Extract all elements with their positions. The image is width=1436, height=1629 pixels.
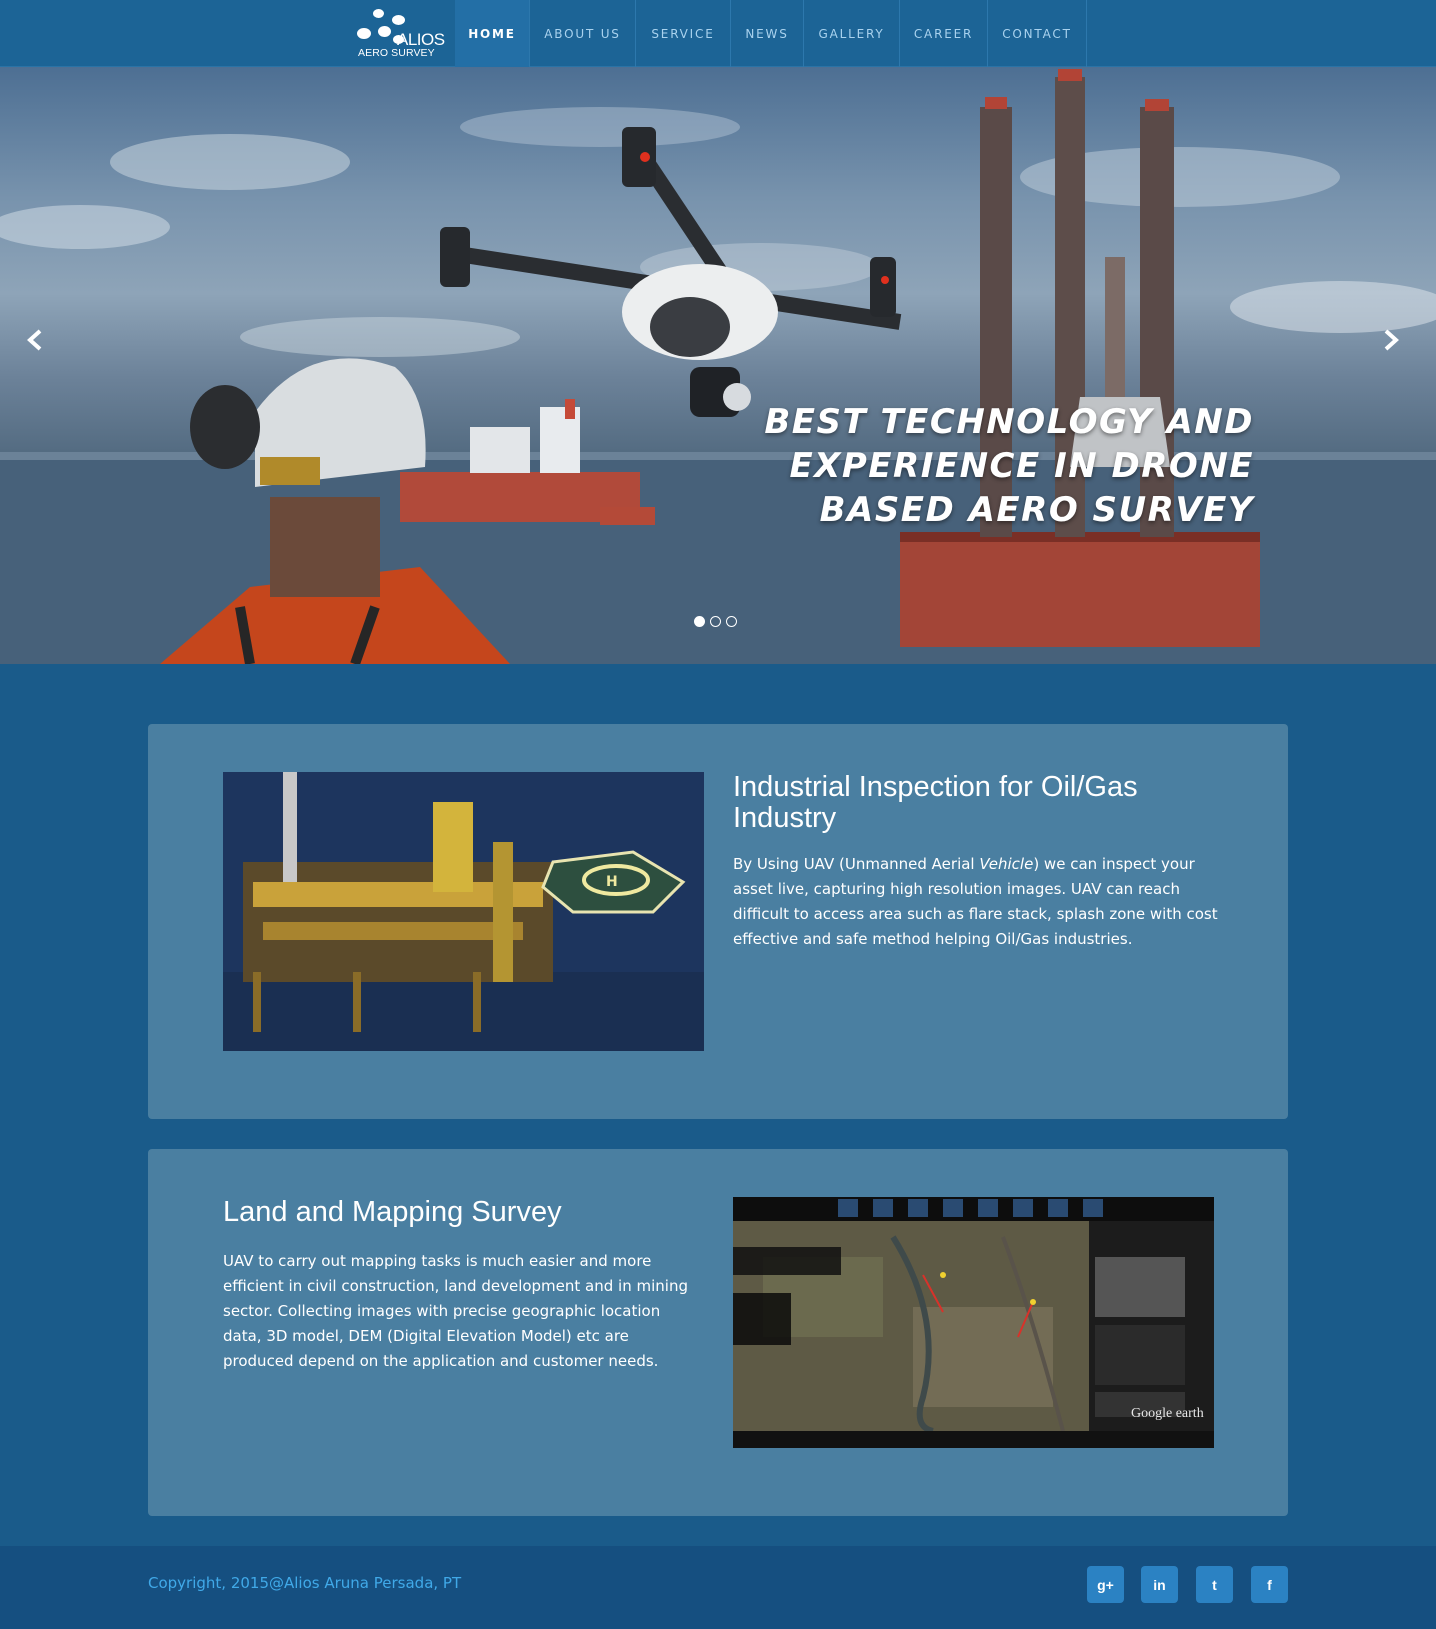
- hero-headline-line: BASED AERO SURVEY: [819, 490, 1254, 530]
- section-title: Land and Mapping Survey: [223, 1196, 562, 1228]
- logo-dot: [392, 15, 405, 25]
- section-body-emphasis: Vehicle: [979, 855, 1034, 873]
- nav-contact[interactable]: CONTACT: [988, 0, 1087, 67]
- google-earth-watermark: Google earth: [1131, 1406, 1204, 1421]
- nav-service[interactable]: SERVICE: [636, 0, 731, 67]
- nav-home[interactable]: HOME: [455, 0, 530, 67]
- twitter-icon: t: [1212, 1576, 1217, 1593]
- section-body-text: By Using UAV (Unmanned Aerial: [733, 855, 980, 873]
- logo-dot: [378, 26, 391, 37]
- service-card-mapping: Land and Mapping Survey UAV to carry out…: [148, 1149, 1288, 1516]
- facebook-icon: f: [1267, 1576, 1272, 1593]
- hero-headline: BEST TECHNOLOGY AND EXPERIENCE IN DRONE …: [694, 400, 1254, 532]
- hero-image: [0, 69, 1436, 664]
- offshore-platform-image: H: [223, 772, 704, 1051]
- nav-news[interactable]: NEWS: [731, 0, 804, 67]
- logo-dot: [373, 9, 384, 18]
- nav-about-us[interactable]: ABOUT US: [530, 0, 636, 67]
- nav-gallery[interactable]: GALLERY: [804, 0, 900, 67]
- section-body: By Using UAV (Unmanned Aerial Vehicle) w…: [733, 852, 1218, 952]
- carousel-dot[interactable]: [710, 616, 721, 627]
- mapping-software-screenshot: Google earth: [733, 1197, 1214, 1448]
- carousel-dot[interactable]: [726, 616, 737, 627]
- hero-headline-line: BEST TECHNOLOGY AND: [764, 402, 1254, 442]
- top-navbar: ALIOS AERO SURVEY HOME ABOUT US SERVICE …: [0, 0, 1436, 67]
- logo-dot: [357, 28, 371, 39]
- nav-career[interactable]: CAREER: [900, 0, 988, 67]
- main-menu: HOME ABOUT US SERVICE NEWS GALLERY CAREE…: [455, 0, 1087, 67]
- hero-headline-line: EXPERIENCE IN DRONE: [789, 446, 1254, 486]
- carousel-prev-button[interactable]: [26, 329, 56, 359]
- service-card-oil-gas: H Industrial Inspection for Oil/Gas Indu…: [148, 724, 1288, 1119]
- google-plus-icon: g+: [1097, 1576, 1114, 1593]
- copyright-text: Copyright, 2015@Alios Aruna Persada, PT: [148, 1574, 462, 1592]
- linkedin-icon: in: [1153, 1576, 1166, 1593]
- linkedin-button[interactable]: in: [1141, 1566, 1178, 1603]
- alios-logo[interactable]: ALIOS AERO SURVEY: [356, 6, 456, 60]
- svg-text:H: H: [606, 874, 618, 890]
- hero-carousel: BEST TECHNOLOGY AND EXPERIENCE IN DRONE …: [0, 67, 1436, 664]
- section-title: Industrial Inspection for Oil/Gas Indust…: [733, 771, 1138, 834]
- twitter-button[interactable]: t: [1196, 1566, 1233, 1603]
- chevron-right-icon: [1384, 329, 1399, 351]
- chevron-left-icon: [27, 329, 42, 351]
- logo-subtitle: AERO SURVEY: [358, 47, 435, 59]
- section-body: UAV to carry out mapping tasks is much e…: [223, 1252, 688, 1370]
- footer: Copyright, 2015@Alios Aruna Persada, PT …: [0, 1546, 1436, 1629]
- carousel-indicators: [694, 616, 737, 627]
- carousel-next-button[interactable]: [1382, 329, 1412, 359]
- carousel-dot[interactable]: [694, 616, 705, 627]
- google-plus-button[interactable]: g+: [1087, 1566, 1124, 1603]
- facebook-button[interactable]: f: [1251, 1566, 1288, 1603]
